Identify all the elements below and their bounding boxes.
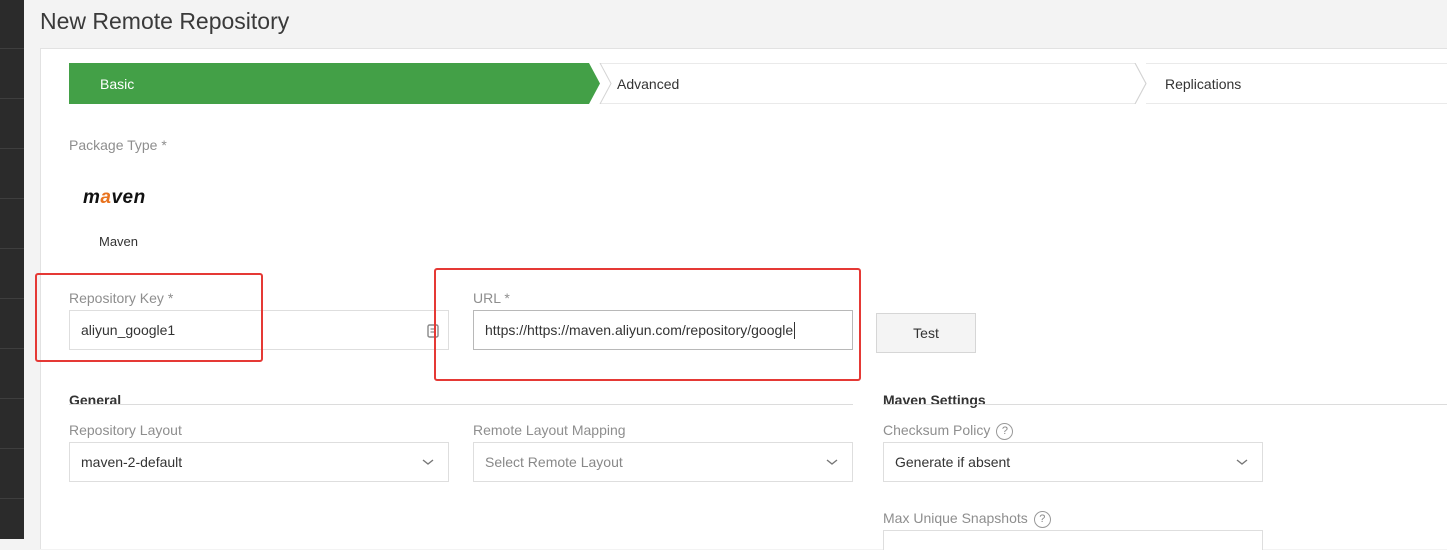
- checksum-policy-label-text: Checksum Policy: [883, 422, 991, 438]
- maven-settings-section-title: Maven Settings: [883, 392, 986, 408]
- app-side-rail: [0, 0, 24, 539]
- chevron-down-icon: [1236, 459, 1248, 465]
- test-button[interactable]: Test: [876, 313, 976, 353]
- max-unique-snapshots-label: Max Unique Snapshots?: [883, 510, 1051, 528]
- wizard-steps: Basic Advanced Replications: [69, 63, 1447, 104]
- package-type-name: Maven: [99, 234, 139, 249]
- step-basic[interactable]: Basic: [69, 63, 589, 104]
- step-advanced-label: Advanced: [617, 75, 680, 92]
- page-title: New Remote Repository: [40, 8, 290, 34]
- maven-logo[interactable]: maven: [83, 187, 146, 209]
- general-section-title: General: [69, 392, 122, 408]
- remote-layout-mapping-placeholder: Select Remote Layout: [485, 454, 623, 470]
- annotation-box-repository-key: [35, 273, 263, 362]
- checksum-policy-value: Generate if absent: [895, 454, 1011, 470]
- max-unique-snapshots-input[interactable]: [883, 530, 1263, 550]
- repository-layout-label: Repository Layout: [69, 422, 182, 438]
- remote-layout-mapping-label: Remote Layout Mapping: [473, 422, 626, 438]
- help-icon[interactable]: ?: [996, 422, 1014, 440]
- checksum-policy-select[interactable]: Generate if absent: [883, 442, 1263, 482]
- step-advanced[interactable]: Advanced: [617, 63, 679, 104]
- chevron-down-icon: [422, 459, 434, 465]
- repository-layout-value: maven-2-default: [81, 454, 183, 470]
- remote-layout-mapping-select[interactable]: Select Remote Layout: [473, 442, 853, 482]
- annotation-box-url: [434, 268, 861, 381]
- chevron-down-icon: [826, 459, 838, 465]
- maven-settings-divider: [883, 404, 1447, 405]
- general-divider: [69, 404, 853, 405]
- package-type-label: Package Type *: [69, 137, 167, 153]
- step-replications[interactable]: Replications: [1165, 63, 1241, 104]
- repository-layout-select[interactable]: maven-2-default: [69, 442, 449, 482]
- step-basic-label: Basic: [100, 75, 135, 92]
- help-icon[interactable]: ?: [1033, 510, 1051, 528]
- step-replications-label: Replications: [1165, 75, 1242, 92]
- checksum-policy-label: Checksum Policy?: [883, 422, 1014, 440]
- max-unique-snapshots-label-text: Max Unique Snapshots: [883, 510, 1028, 526]
